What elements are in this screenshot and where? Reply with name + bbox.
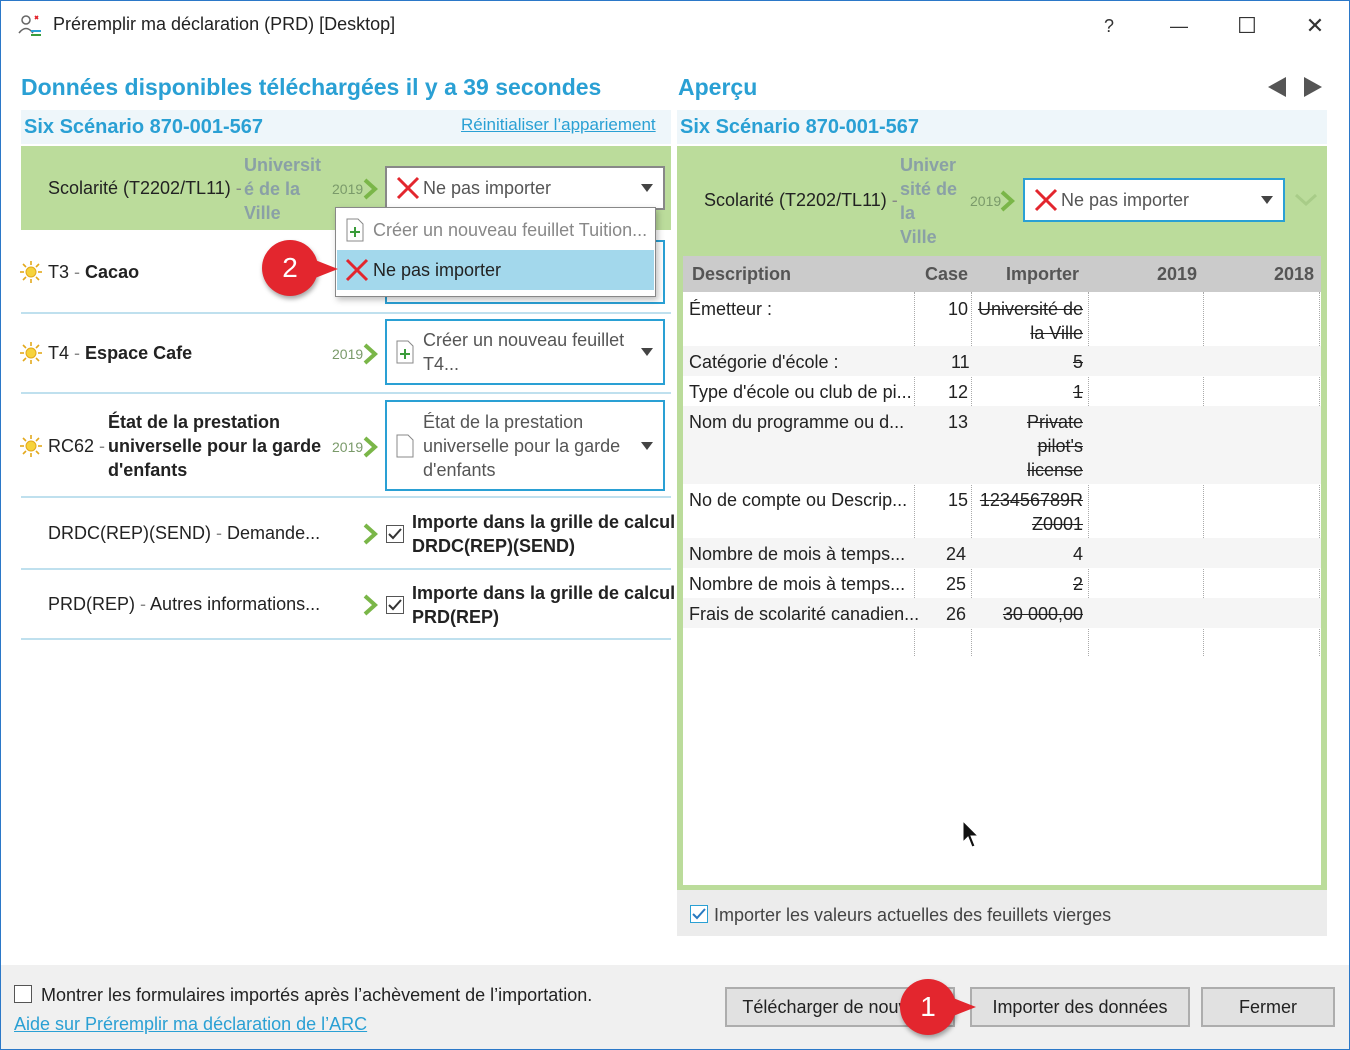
red-x-icon <box>345 258 369 282</box>
table-row: Frais de scolarité canadien... 26 30 000… <box>683 598 1321 628</box>
left-client-name: Six Scénario 870-001-567 <box>24 116 264 138</box>
help-link[interactable]: Aide sur Préremplir ma déclaration de l’… <box>14 1014 367 1035</box>
blank-slips-checkbox[interactable] <box>690 905 708 923</box>
table-row: Catégorie d'école : 11 5 <box>683 346 1321 376</box>
preview-year: 2019 <box>970 193 1002 209</box>
tuition-import-combo[interactable]: Ne pas importer <box>385 166 665 210</box>
slip-row-drdc-label: DRDC(REP)(SEND) - Demande... <box>48 523 321 543</box>
drdc-import-checkbox[interactable] <box>386 525 404 543</box>
prd-rep-import-label: Importe dans la grille de calcul PRD(REP) <box>412 583 676 627</box>
prd-rep-import-checkbox[interactable] <box>386 596 404 614</box>
next-arrow-icon[interactable] <box>1302 76 1324 98</box>
new-sheet-icon <box>396 340 414 364</box>
chevron-right-icon <box>1000 190 1015 212</box>
t4-import-combo[interactable]: Créer un nouveau feuillet T4... <box>385 319 665 385</box>
close-window-button[interactable]: ✕ <box>1295 11 1335 41</box>
app-icon <box>18 15 41 36</box>
new-sun-icon <box>20 342 42 364</box>
rc62-import-combo[interactable]: État de la prestation universelle pour la… <box>385 400 665 491</box>
chevron-right-icon <box>363 594 378 616</box>
slip-row-rc62-year: 2019 <box>332 439 364 455</box>
chevron-right-icon <box>363 436 378 458</box>
available-data-heading: Données disponibles téléchargées il y a … <box>21 74 602 100</box>
slip-row-tuition-year: 2019 <box>332 181 364 197</box>
reset-matching-link[interactable]: Réinitialiser l’appariement <box>461 115 656 135</box>
slip-row-prd-rep-label: PRD(REP) - Autres informations... <box>48 594 321 614</box>
preview-slip-code: Scolarité (T2202/TL11) - <box>704 190 898 210</box>
dropdown-arrow-icon <box>641 184 653 192</box>
slip-row-t4-label: T4 - Espace Cafe <box>48 343 193 363</box>
chevron-right-icon <box>363 523 378 545</box>
preview-heading: Aperçu <box>678 74 758 100</box>
drdc-import-label: Importe dans la grille de calcul DRDC(REP… <box>412 512 676 556</box>
help-button[interactable]: ? <box>1089 11 1129 41</box>
dropdown-arrow-icon <box>641 441 653 450</box>
dropdown-option-do-not-import[interactable]: Ne pas importer <box>337 250 654 290</box>
new-sun-icon <box>20 435 42 457</box>
new-sun-icon <box>20 261 42 283</box>
slip-row-tuition-code: Scolarité (T2202/TL11) - <box>48 178 242 198</box>
chevron-right-icon <box>363 178 378 200</box>
blank-sheet-icon <box>396 434 414 457</box>
blank-slips-label: Importer les valeurs actuelles des feuil… <box>714 905 1112 925</box>
slip-row-rc62-name: État de la prestation universelle pour la… <box>108 412 322 480</box>
preview-table-header: Description Case Importer 2019 2018 <box>683 256 1321 292</box>
preview-issuer: Univer sité de la Ville <box>900 155 958 247</box>
new-sheet-icon <box>346 218 364 242</box>
chevron-right-icon <box>363 343 378 365</box>
slip-row-t4-year: 2019 <box>332 346 364 362</box>
mouse-cursor-icon <box>962 820 980 848</box>
table-row: Type d'école ou club de pi... 12 1 <box>689 382 1083 402</box>
window-title: Préremplir ma déclaration (PRD) [Desktop… <box>53 14 396 34</box>
table-row: Émetteur : 10 Université de la Ville <box>689 299 1083 343</box>
table-row: Nom du programme ou d... 13 Private pilot… <box>683 406 1321 484</box>
table-row: Nombre de mois à temps... 25 2 <box>689 574 1083 594</box>
show-forms-checkbox[interactable] <box>14 985 32 1003</box>
maximize-button[interactable]: ☐ <box>1227 11 1267 41</box>
badge-pointer-2 <box>310 258 338 280</box>
red-x-icon <box>1034 188 1058 212</box>
dropdown-arrow-icon <box>641 348 653 356</box>
table-row: Nombre de mois à temps... 24 4 <box>683 538 1321 568</box>
badge-pointer-1 <box>948 996 976 1018</box>
dropdown-option-new-sheet[interactable]: Créer un nouveau feuillet Tuition... <box>337 210 654 250</box>
tuition-import-dropdown: Créer un nouveau feuillet Tuition... Ne … <box>335 207 656 297</box>
show-forms-label: Montrer les formulaires importés après l… <box>41 985 593 1005</box>
preview-import-combo[interactable]: Ne pas importer <box>1023 178 1285 222</box>
close-button[interactable]: Fermer <box>1201 987 1335 1027</box>
minimize-button[interactable]: — <box>1159 11 1199 41</box>
title-bar: Préremplir ma déclaration (PRD) [Desktop… <box>1 1 1349 49</box>
table-row: No de compte ou Descrip... 15 123456789R… <box>689 490 1083 534</box>
slip-row-t3-label: T3 - Cacao <box>48 262 140 282</box>
slip-row-rc62-code: RC62 - <box>48 436 106 456</box>
chevron-down-icon[interactable] <box>1294 193 1318 207</box>
import-data-button[interactable]: Importer des données <box>970 987 1190 1027</box>
dropdown-arrow-icon <box>1261 196 1273 204</box>
right-client-name: Six Scénario 870-001-567 <box>680 116 920 138</box>
previous-arrow-icon[interactable] <box>1266 76 1288 98</box>
slip-row-tuition-issuer: Universit é de la Ville <box>244 155 322 223</box>
red-x-icon <box>396 176 420 200</box>
